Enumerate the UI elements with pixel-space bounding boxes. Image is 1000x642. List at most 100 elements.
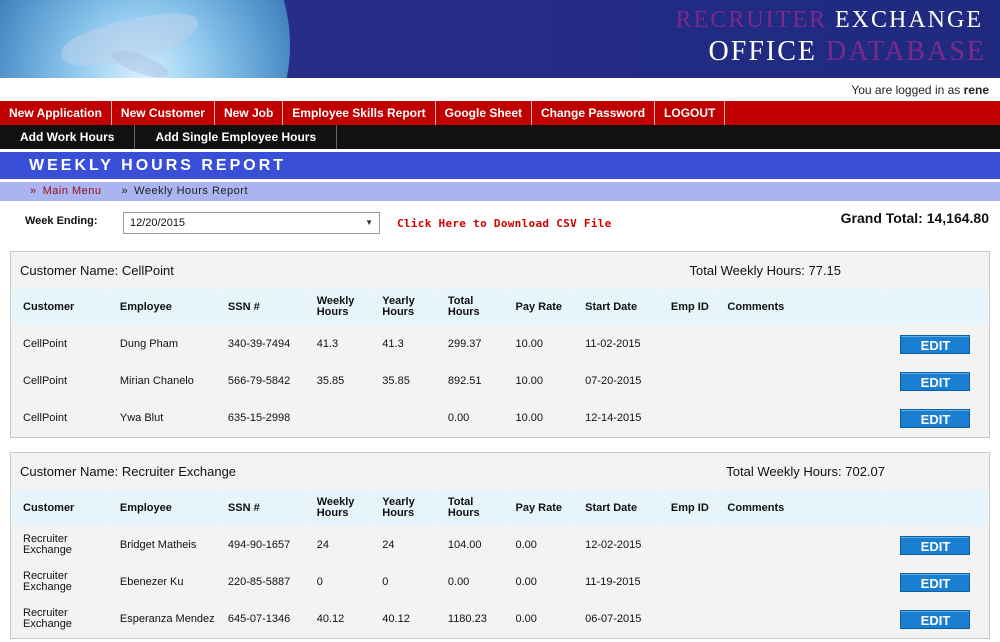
table-cell <box>717 564 882 600</box>
table-cell: Mirian Chanelo <box>109 363 216 399</box>
breadcrumb-current: Weekly Hours Report <box>134 185 249 197</box>
table-row: CellPoint Mirian Chanelo 566-79-5842 35.85 3… <box>13 363 987 399</box>
week-ending-select[interactable]: 12/20/2015 ▼ <box>123 212 380 234</box>
table-cell: Recruiter Exchange <box>13 601 108 637</box>
table-row: Recruiter Exchange Ebenezer Ku 220-85-5887… <box>13 564 987 600</box>
nav-add-single-employee-hours[interactable]: Add Single Employee Hours <box>135 125 338 149</box>
column-header: Yearly Hours <box>372 490 436 526</box>
table-cell <box>717 601 882 637</box>
table-cell: 1180.23 <box>437 601 504 637</box>
table-cell: 10.00 <box>505 400 574 436</box>
table-cell: CellPoint <box>13 326 108 362</box>
customer-name: Customer Name: Recruiter Exchange <box>20 464 237 479</box>
main-nav: New Application New Customer New Job Emp… <box>0 101 1000 125</box>
table-cell: 35.85 <box>372 363 436 399</box>
table-header-row: Customer Employee SSN # Weekly Hours Yearly … <box>13 289 987 325</box>
actions-cell: EDIT <box>883 601 987 637</box>
nav-add-work-hours[interactable]: Add Work Hours <box>0 125 136 149</box>
hours-table: Customer Employee SSN # Weekly Hours Yearly … <box>11 288 989 437</box>
table-cell: 635-15-2998 <box>217 400 305 436</box>
download-csv-link[interactable]: Click Here to Download CSV File <box>397 217 612 230</box>
table-cell: 299.37 <box>437 326 504 362</box>
table-header-row: Customer Employee SSN # Weekly Hours Yearly … <box>13 490 987 526</box>
page-title: WEEKLY HOURS REPORT <box>0 152 1000 179</box>
table-cell: 0.00 <box>505 564 574 600</box>
column-header: Weekly Hours <box>306 289 371 325</box>
login-status: You are logged in as rene <box>851 83 989 97</box>
table-cell: 12-02-2015 <box>575 527 659 563</box>
table-cell: Ebenezer Ku <box>109 564 216 600</box>
column-header: Pay Rate <box>505 289 574 325</box>
nav-new-application[interactable]: New Application <box>0 101 112 125</box>
table-cell <box>306 400 371 436</box>
table-cell: 10.00 <box>505 326 574 362</box>
nav-new-customer[interactable]: New Customer <box>112 101 215 125</box>
table-cell: 566-79-5842 <box>217 363 305 399</box>
table-cell: 40.12 <box>306 601 371 637</box>
table-cell: 06-07-2015 <box>575 601 659 637</box>
column-header: Emp ID <box>660 289 716 325</box>
column-header: Total Hours <box>437 289 504 325</box>
table-cell: CellPoint <box>13 400 108 436</box>
nav-employee-skills-report[interactable]: Employee Skills Report <box>283 101 436 125</box>
nav-change-password[interactable]: Change Password <box>532 101 656 125</box>
column-header: Employee <box>109 289 216 325</box>
column-header-actions <box>883 490 987 526</box>
sub-nav: Add Work Hours Add Single Employee Hours <box>0 125 1000 149</box>
customer-name: Customer Name: CellPoint <box>20 263 174 278</box>
edit-button[interactable]: EDIT <box>900 408 971 428</box>
column-header: Pay Rate <box>505 490 574 526</box>
table-cell: 220-85-5887 <box>217 564 305 600</box>
column-header: Employee <box>109 490 216 526</box>
table-cell <box>660 527 716 563</box>
column-header: Weekly Hours <box>306 490 371 526</box>
table-cell: CellPoint <box>13 363 108 399</box>
table-row: CellPoint Dung Pham 340-39-7494 41.3 41.3 299… <box>13 326 987 362</box>
column-header: Comments <box>717 490 882 526</box>
grand-total: Grand Total: 14,164.80 <box>840 210 989 226</box>
week-ending-label: Week Ending: <box>25 215 98 227</box>
table-cell: Ywa Blut <box>109 400 216 436</box>
customer-panel: Customer Name: Recruiter Exchange Total W… <box>10 452 990 639</box>
nav-google-sheet[interactable]: Google Sheet <box>436 101 533 125</box>
table-cell <box>660 326 716 362</box>
breadcrumb: » Main Menu» Weekly Hours Report <box>0 182 1000 201</box>
column-header: Emp ID <box>660 490 716 526</box>
table-cell: 645-07-1346 <box>217 601 305 637</box>
edit-button[interactable]: EDIT <box>900 572 971 592</box>
table-cell: 11-19-2015 <box>575 564 659 600</box>
table-cell: 0.00 <box>437 400 504 436</box>
edit-button[interactable]: EDIT <box>900 334 971 354</box>
table-cell: 40.12 <box>372 601 436 637</box>
table-cell: 104.00 <box>437 527 504 563</box>
table-cell <box>660 400 716 436</box>
brand-logo-line1: RECRUITER EXCHANGE <box>675 7 983 33</box>
edit-button[interactable]: EDIT <box>900 535 971 555</box>
column-header: Customer <box>13 289 108 325</box>
column-header: Start Date <box>575 289 659 325</box>
actions-cell: EDIT <box>883 363 987 399</box>
hours-table: Customer Employee SSN # Weekly Hours Yearly … <box>11 489 989 638</box>
breadcrumb-main-menu[interactable]: Main Menu <box>43 185 102 197</box>
table-row: CellPoint Ywa Blut 635-15-2998 0.00 10.00 12-… <box>13 400 987 436</box>
actions-cell: EDIT <box>883 400 987 436</box>
table-cell: 24 <box>372 527 436 563</box>
table-cell: 07-20-2015 <box>575 363 659 399</box>
column-header: Yearly Hours <box>372 289 436 325</box>
nav-logout[interactable]: LOGOUT <box>655 101 726 125</box>
header-banner: RECRUITER EXCHANGE OFFICE DATABASE <box>0 0 1000 78</box>
total-weekly-hours: Total Weekly Hours: 77.15 <box>689 263 842 278</box>
table-cell <box>717 326 882 362</box>
nav-new-job[interactable]: New Job <box>215 101 284 125</box>
edit-button[interactable]: EDIT <box>900 371 971 391</box>
table-cell: 41.3 <box>306 326 371 362</box>
table-cell: 10.00 <box>505 363 574 399</box>
edit-button[interactable]: EDIT <box>900 609 971 629</box>
table-cell: Esperanza Mendez <box>109 601 216 637</box>
table-cell <box>660 601 716 637</box>
table-cell: 12-14-2015 <box>575 400 659 436</box>
table-cell: 35.85 <box>306 363 371 399</box>
table-cell <box>717 527 882 563</box>
table-cell: 24 <box>306 527 371 563</box>
table-cell <box>717 363 882 399</box>
